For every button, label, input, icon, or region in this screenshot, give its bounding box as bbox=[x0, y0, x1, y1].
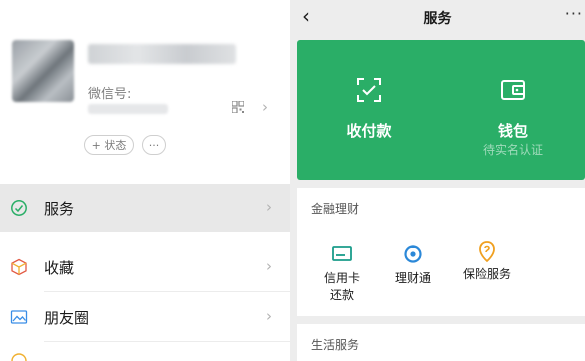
chevron-right-icon: › bbox=[266, 198, 272, 216]
wallet-button[interactable]: 钱包 待实名认证 bbox=[441, 40, 585, 180]
wallet-status: 待实名认证 bbox=[482, 143, 543, 157]
nickname-blurred bbox=[88, 44, 236, 64]
service-licaitong[interactable]: 理财通 bbox=[381, 244, 445, 287]
divider bbox=[44, 341, 290, 342]
wallet-icon bbox=[501, 80, 525, 100]
finance-section: 金融理财 信用卡还款 理财通 保险服务 bbox=[297, 188, 585, 316]
section-title: 金融理财 bbox=[311, 202, 360, 216]
insurance-icon bbox=[479, 241, 495, 263]
service-label: 保险服务 bbox=[462, 267, 511, 281]
services-icon bbox=[11, 200, 27, 216]
service-label: 理财通 bbox=[394, 271, 431, 285]
more-button[interactable]: ··· bbox=[565, 4, 583, 23]
page-title: 服务 bbox=[423, 11, 452, 27]
licaitong-icon bbox=[404, 245, 422, 263]
wallet-panel: 收付款 钱包 待实名认证 bbox=[297, 40, 585, 180]
pay-label: 收付款 bbox=[346, 122, 392, 140]
chevron-right-icon: › bbox=[266, 307, 272, 325]
favorites-icon bbox=[11, 258, 27, 276]
nav-bar: ‹ 服务 ··· bbox=[290, 0, 585, 34]
menu-label: 收藏 bbox=[44, 259, 75, 277]
service-insurance[interactable]: 保险服务 bbox=[455, 240, 519, 283]
cards-icon bbox=[11, 353, 27, 361]
divider bbox=[44, 291, 290, 292]
chevron-right-icon: › bbox=[266, 257, 272, 275]
profile-header[interactable]: 微信号: › + 状态 ··· bbox=[0, 0, 290, 178]
life-section: 生活服务 bbox=[297, 324, 585, 361]
menu-label: 朋友圈 bbox=[44, 309, 90, 327]
wechat-id-label: 微信号: bbox=[88, 87, 132, 102]
service-credit-card[interactable]: 信用卡还款 bbox=[310, 244, 374, 304]
wechat-id-blurred bbox=[88, 104, 168, 114]
menu-label: 服务 bbox=[44, 200, 75, 218]
services-pane: ‹ 服务 ··· 收付款 钱包 待实名认证 金融理财 信用卡还款 理财通 保险服… bbox=[290, 0, 585, 361]
more-status-button[interactable]: ··· bbox=[142, 135, 166, 155]
avatar[interactable] bbox=[12, 40, 74, 102]
scan-pay-icon bbox=[357, 78, 381, 102]
service-label: 信用卡还款 bbox=[323, 271, 360, 302]
wallet-label: 钱包 bbox=[497, 122, 528, 140]
pay-button[interactable]: 收付款 bbox=[297, 40, 441, 180]
me-pane: 微信号: › + 状态 ··· 服务 › 收藏 › 朋友圈 › bbox=[0, 0, 290, 361]
menu-item-services[interactable]: 服务 › bbox=[0, 184, 290, 232]
chevron-right-icon[interactable]: › bbox=[262, 98, 268, 116]
section-title: 生活服务 bbox=[311, 338, 360, 352]
qr-code-icon[interactable] bbox=[232, 101, 244, 113]
menu-item-favorites[interactable]: 收藏 › bbox=[0, 243, 290, 291]
status-button[interactable]: + 状态 bbox=[84, 135, 134, 155]
menu-item-moments[interactable]: 朋友圈 › bbox=[0, 293, 290, 341]
credit-card-icon bbox=[332, 246, 352, 261]
moments-icon bbox=[10, 310, 28, 324]
